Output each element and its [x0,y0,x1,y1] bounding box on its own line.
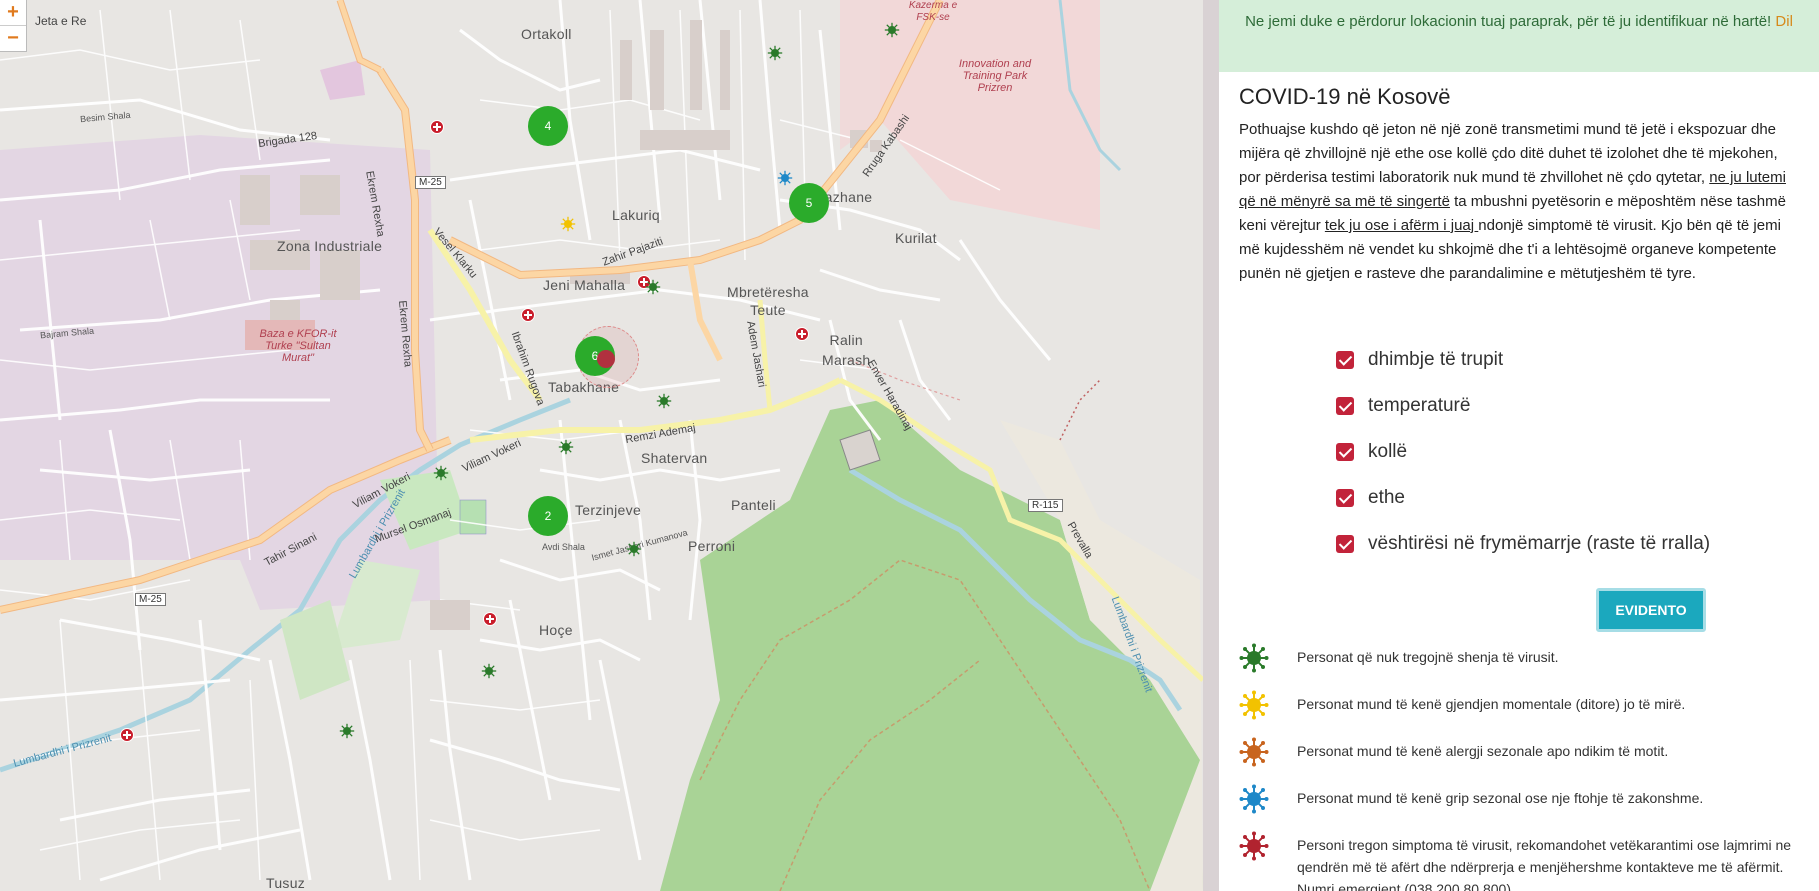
symptom-label: kollë [1368,441,1408,462]
road-shield-m25-a: M-25 [415,176,446,189]
checkbox-checked[interactable] [1336,351,1354,369]
symptom-label: ethe [1368,487,1405,508]
hospital-marker[interactable] [483,612,497,626]
map-base-layer [0,0,1203,891]
intro-paragraph: Pothuajse kushdo që jeton në një zonë tr… [1239,118,1794,286]
logout-link[interactable]: Dil [1775,13,1793,30]
virus-blue-icon [1239,784,1269,814]
legend-text: Personat mund të kenë alergji sezonale a… [1297,743,1669,759]
checkbox-checked[interactable] [1336,443,1354,461]
road-shield-r115: R-115 [1028,499,1063,512]
hospital-marker[interactable] [521,308,535,322]
symptom-label: temperaturë [1368,395,1471,416]
legend-text: Personat që nuk tregojnë shenja të virus… [1297,649,1559,665]
virus-green-marker[interactable] [767,45,783,61]
zoom-in-button[interactable]: + [0,0,26,26]
intro-text-1: Pothuajse kushdo që jeton në një zonë tr… [1239,121,1778,186]
symptom-checklist: dhimbje të trupit temperaturë kollë ethe… [1336,337,1710,567]
symptom-label: vështirësi në frymëmarrje (raste të rral… [1368,533,1711,554]
checkbox-checked[interactable] [1336,535,1354,553]
legend-item: Personat mund të kenë grip sezonal ose n… [1239,784,1799,814]
marker-legend: Personat që nuk tregojnë shenja të virus… [1239,643,1799,891]
intro-underlined-2: tek ju ose i afërm i juaj [1324,217,1479,234]
symptom-cough[interactable]: kollë [1336,429,1710,475]
virus-green-marker[interactable] [558,439,574,455]
legend-item: Personat mund të kenë alergji sezonale a… [1239,737,1799,767]
legend-item: Personat që nuk tregojnë shenja të virus… [1239,643,1799,673]
location-alert: Ne jemi duke e përdorur lokacionin tuaj … [1219,0,1819,72]
map-view[interactable]: + − Jeta e Re Ortakoll Lakuriq Zona Indu… [0,0,1203,891]
legend-text: Personat mund të kenë grip sezonal ose n… [1297,790,1704,806]
cluster-marker[interactable]: 5 [789,183,829,223]
virus-yellow-icon [1239,690,1269,720]
virus-green-marker[interactable] [656,393,672,409]
virus-green-marker[interactable] [433,465,449,481]
map-panel-divider[interactable] [1203,0,1219,891]
symptom-temperature[interactable]: temperaturë [1336,383,1710,429]
checkbox-checked[interactable] [1336,489,1354,507]
legend-item: Personi tregon simptoma të virusit, reko… [1239,831,1799,891]
symptom-body-ache[interactable]: dhimbje të trupit [1336,337,1710,383]
my-location-marker[interactable] [597,350,615,368]
legend-item: Personat mund të kenë gjendjen momentale… [1239,690,1799,720]
symptom-label: dhimbje të trupit [1368,349,1504,370]
virus-green-marker[interactable] [481,663,497,679]
zoom-out-button[interactable]: − [0,26,26,51]
location-alert-text: Ne jemi duke e përdorur lokacionin tuaj … [1245,13,1772,30]
virus-blue-marker[interactable] [777,170,793,186]
symptom-fever[interactable]: ethe [1336,475,1710,521]
checkbox-checked[interactable] [1336,397,1354,415]
virus-orange-icon [1239,737,1269,767]
side-panel: Ne jemi duke e përdorur lokacionin tuaj … [1219,0,1819,891]
legend-text: Personi tregon simptoma të virusit, reko… [1297,837,1792,891]
virus-red-icon [1239,831,1269,861]
virus-yellow-marker[interactable] [560,216,576,232]
virus-green-marker[interactable] [645,279,661,295]
page-title: COVID-19 në Kosovë [1239,84,1451,109]
virus-green-marker[interactable] [884,22,900,38]
virus-green-marker[interactable] [339,723,355,739]
hospital-marker[interactable] [120,728,134,742]
cluster-marker[interactable]: 4 [528,106,568,146]
hospital-marker[interactable] [795,327,809,341]
virus-green-marker[interactable] [626,541,642,557]
hospital-marker[interactable] [430,120,444,134]
zoom-control: + − [0,0,27,52]
road-shield-m25-b: M-25 [135,593,166,606]
legend-text: Personat mund të kenë gjendjen momentale… [1297,696,1686,712]
evidento-button[interactable]: EVIDENTO [1596,588,1706,632]
cluster-marker[interactable]: 2 [528,496,568,536]
virus-green-icon [1239,643,1269,673]
symptom-breathing[interactable]: vështirësi në frymëmarrje (raste të rral… [1336,521,1710,567]
